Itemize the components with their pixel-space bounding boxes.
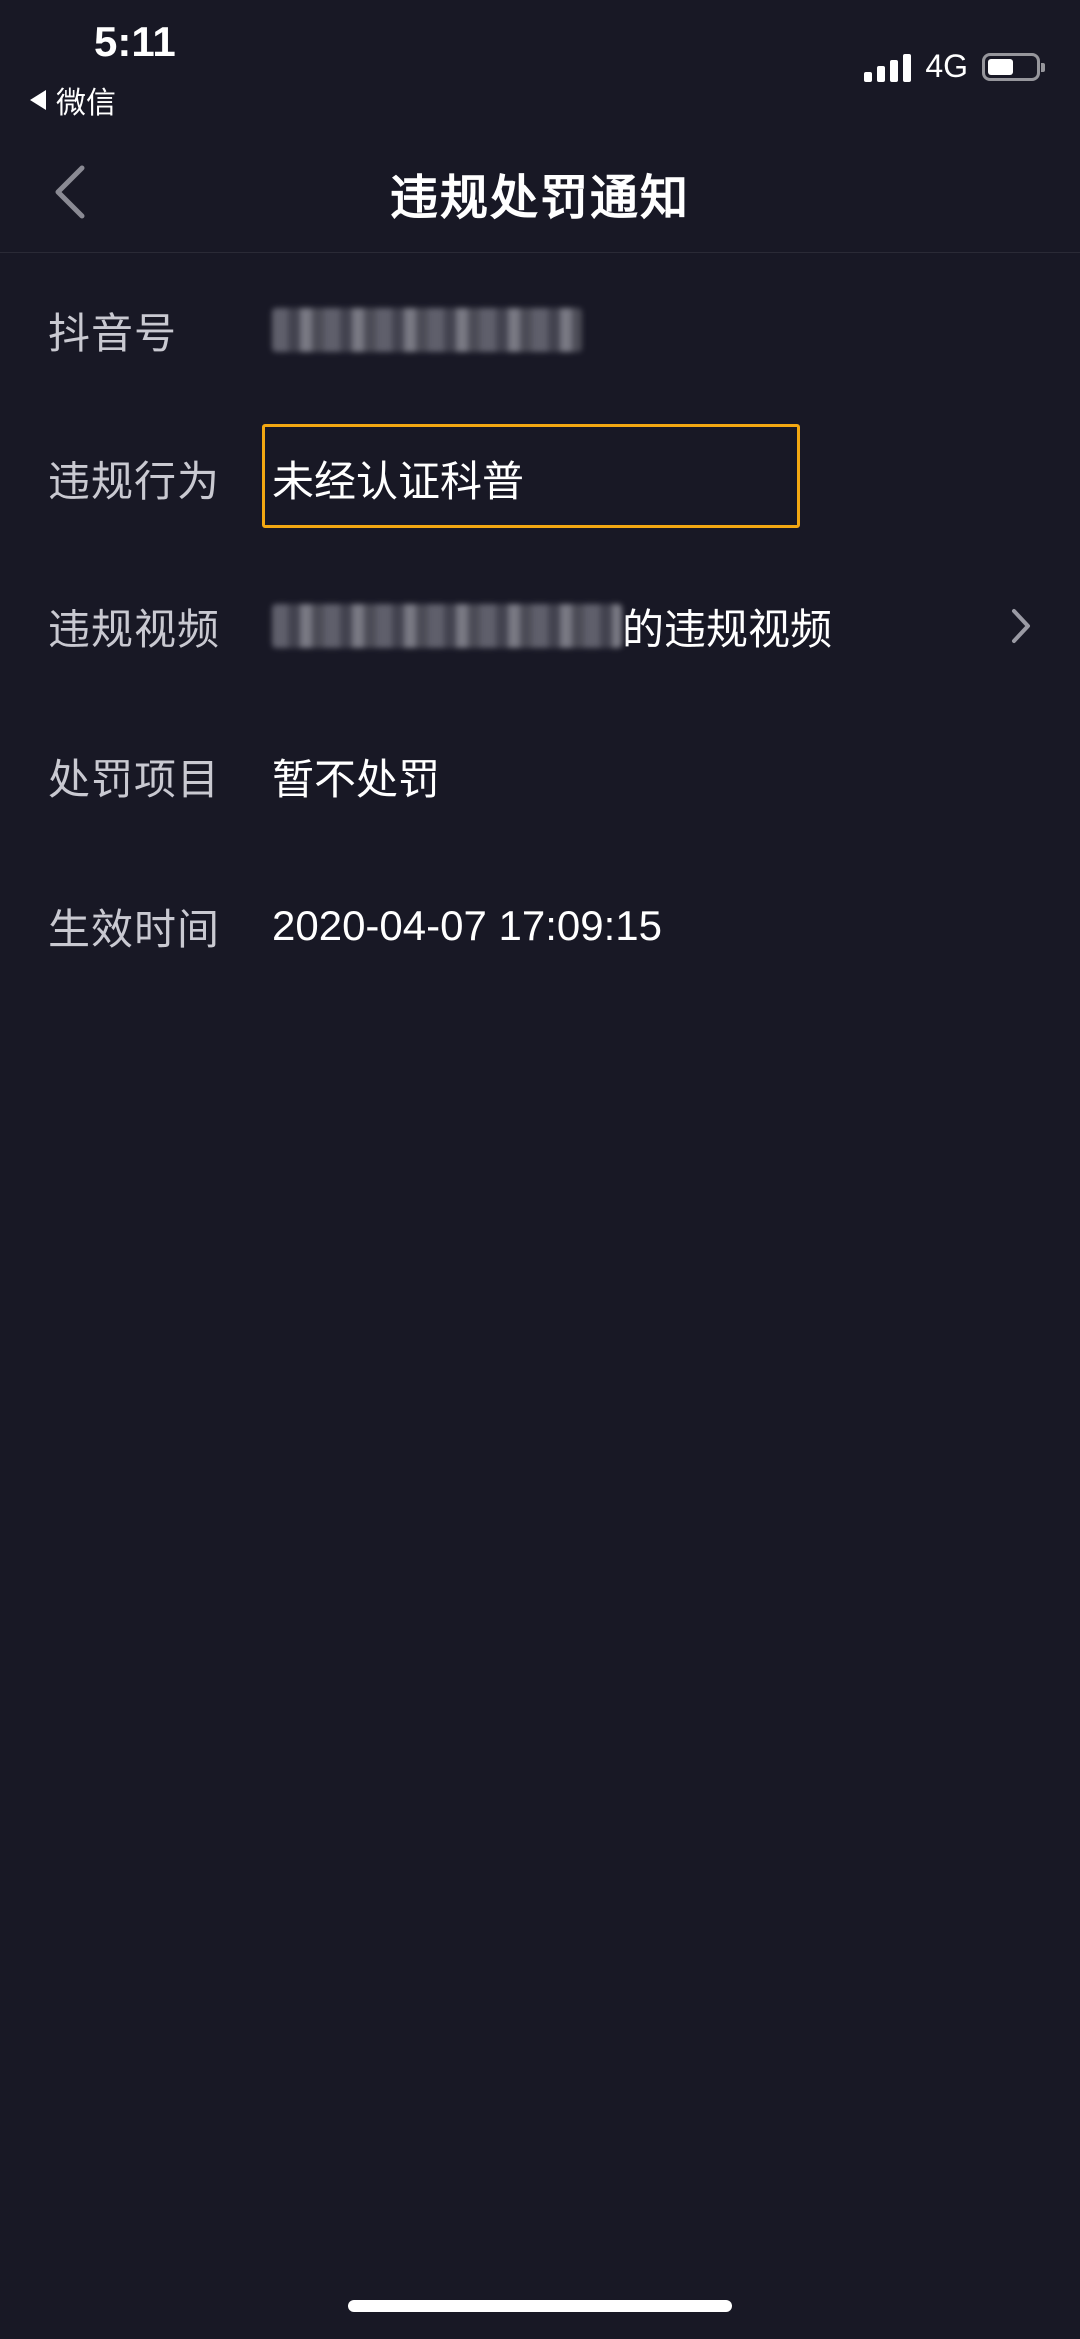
- row-label: 抖音号: [48, 308, 178, 358]
- page-title: 违规处罚通知: [389, 170, 690, 226]
- row-effective-time: 生效时间 2020-04-07 17:09:15: [0, 876, 1080, 976]
- violation-behavior-value: 未经认证科普: [272, 456, 525, 506]
- nav-bar: 违规处罚通知: [0, 130, 1080, 253]
- violation-video-suffix: 的违规视频: [622, 604, 833, 654]
- row-label: 生效时间: [48, 904, 221, 954]
- redacted-block: [272, 308, 582, 352]
- battery-fill: [988, 58, 1014, 75]
- signal-icon: [864, 52, 912, 82]
- douyin-id-value-redacted: [272, 308, 582, 352]
- row-label: 违规行为: [48, 456, 221, 506]
- violation-video-value: 的违规视频: [272, 596, 832, 657]
- row-violation-video[interactable]: 违规视频 的违规视频: [0, 576, 1080, 676]
- status-indicators: 4G: [864, 48, 1045, 85]
- home-indicator[interactable]: [348, 2300, 732, 2312]
- battery-icon: [982, 52, 1045, 81]
- back-to-app-button[interactable]: 微信: [30, 78, 116, 122]
- network-type: 4G: [925, 48, 968, 84]
- row-douyin-id: 抖音号: [0, 280, 1080, 380]
- back-app-label: 微信: [56, 86, 116, 121]
- screen: 5:11 微信 4G 违规处罚通知 抖音号 违规行为 未经认证科普 违规视频 的…: [0, 0, 1080, 2339]
- status-time: 5:11: [94, 18, 176, 65]
- row-violation-behavior: 违规行为 未经认证科普: [0, 428, 1080, 528]
- row-label: 违规视频: [48, 604, 221, 654]
- effective-time-value: 2020-04-07 17:09:15: [272, 902, 662, 949]
- chevron-right-icon: [1012, 609, 1030, 643]
- row-penalty-item: 处罚项目 暂不处罚: [0, 726, 1080, 826]
- penalty-item-value: 暂不处罚: [272, 754, 441, 804]
- back-triangle-icon: [30, 90, 46, 110]
- redacted-block: [272, 604, 622, 648]
- row-label: 处罚项目: [48, 754, 221, 804]
